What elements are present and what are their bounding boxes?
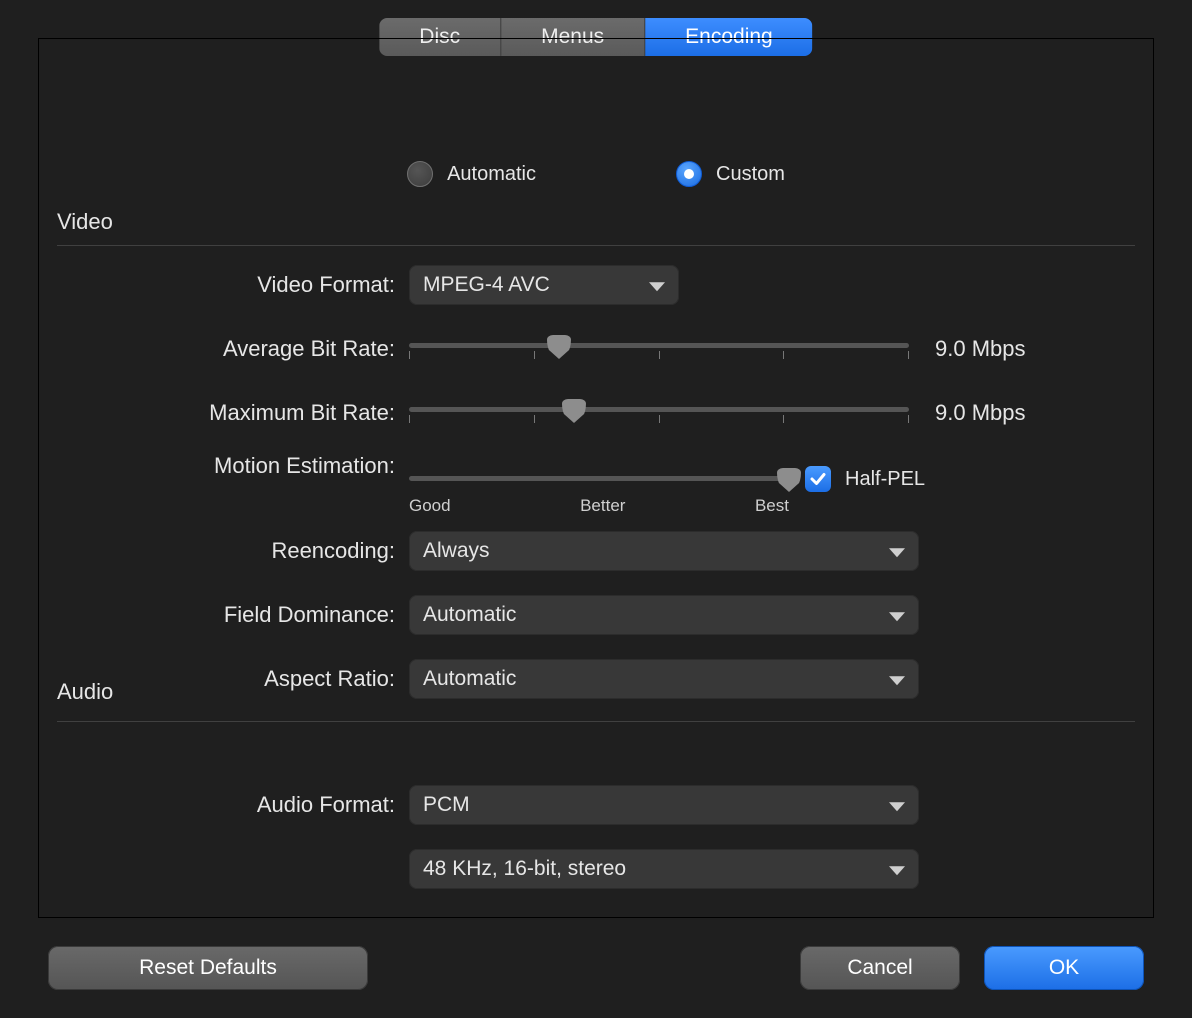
select-audio-details-value: 48 KHz, 16-bit, stereo (423, 857, 626, 881)
select-aspect-ratio-value: Automatic (423, 667, 516, 691)
select-audio-format[interactable]: PCM (409, 785, 919, 825)
slider-tick-labels: Good Better Best (409, 496, 789, 516)
slider-max-bitrate[interactable] (409, 393, 909, 433)
select-audio-format-value: PCM (423, 793, 470, 817)
checkbox-box-icon (805, 466, 831, 492)
chevron-down-icon (889, 866, 905, 875)
chevron-down-icon (889, 676, 905, 685)
select-video-format-value: MPEG-4 AVC (423, 273, 550, 297)
tick-better: Better (580, 496, 625, 516)
select-video-format[interactable]: MPEG-4 AVC (409, 265, 679, 305)
row-video-format: Video Format: MPEG-4 AVC (57, 253, 1135, 317)
checkbox-half-pel[interactable]: Half-PEL (805, 466, 925, 492)
radio-custom[interactable]: Custom (676, 161, 785, 187)
encoding-mode-group: Automatic Custom (39, 161, 1153, 187)
cancel-button[interactable]: Cancel (800, 946, 960, 990)
slider-avg-bitrate[interactable] (409, 329, 909, 369)
label-avg-bitrate: Average Bit Rate: (57, 336, 409, 362)
row-reencoding: Reencoding: Always (57, 519, 1135, 583)
select-field-dominance-value: Automatic (423, 603, 516, 627)
slider-ticks (409, 351, 909, 361)
checkbox-half-pel-label: Half-PEL (845, 468, 925, 491)
row-motion-estimation: Motion Estimation: Good Better Best (57, 445, 1135, 519)
content-frame: Automatic Custom Video Video Format: MPE… (38, 38, 1154, 918)
radio-automatic[interactable]: Automatic (407, 161, 536, 187)
chevron-down-icon (889, 802, 905, 811)
label-video-format: Video Format: (57, 272, 409, 298)
divider (57, 721, 1135, 722)
dialog-buttons: Reset Defaults Cancel OK (48, 946, 1144, 990)
divider (57, 245, 1135, 246)
label-motion-estimation: Motion Estimation: (57, 453, 409, 479)
row-avg-bitrate: Average Bit Rate: 9.0 Mbps (57, 317, 1135, 381)
slider-ticks (409, 415, 909, 425)
label-reencoding: Reencoding: (57, 538, 409, 564)
encoding-settings-dialog: Disc Menus Encoding Automatic Custom Vid… (0, 0, 1192, 1018)
ok-button[interactable]: OK (984, 946, 1144, 990)
chevron-down-icon (649, 282, 665, 291)
select-field-dominance[interactable]: Automatic (409, 595, 919, 635)
value-avg-bitrate: 9.0 Mbps (935, 336, 1026, 362)
slider-track (409, 407, 909, 412)
tick-best: Best (755, 496, 789, 516)
section-title-audio: Audio (57, 679, 113, 705)
row-field-dominance: Field Dominance: Automatic (57, 583, 1135, 647)
reset-defaults-label: Reset Defaults (139, 956, 277, 979)
label-max-bitrate: Maximum Bit Rate: (57, 400, 409, 426)
select-reencoding-value: Always (423, 539, 490, 563)
radio-dot-icon (676, 161, 702, 187)
chevron-down-icon (889, 612, 905, 621)
label-audio-format: Audio Format: (57, 792, 409, 818)
radio-custom-label: Custom (716, 163, 785, 186)
ok-label: OK (1049, 956, 1079, 979)
slider-motion-estimation[interactable]: Good Better Best (409, 462, 789, 502)
radio-automatic-label: Automatic (447, 163, 536, 186)
row-max-bitrate: Maximum Bit Rate: 9.0 Mbps (57, 381, 1135, 445)
value-max-bitrate: 9.0 Mbps (935, 400, 1026, 426)
select-audio-details[interactable]: 48 KHz, 16-bit, stereo (409, 849, 919, 889)
select-aspect-ratio[interactable]: Automatic (409, 659, 919, 699)
slider-thumb[interactable] (777, 468, 801, 492)
cancel-label: Cancel (847, 956, 912, 979)
slider-track (409, 476, 789, 481)
video-settings: Video Format: MPEG-4 AVC Average Bit Rat… (57, 253, 1135, 897)
tick-good: Good (409, 496, 451, 516)
select-reencoding[interactable]: Always (409, 531, 919, 571)
slider-track (409, 343, 909, 348)
chevron-down-icon (889, 548, 905, 557)
section-title-video: Video (57, 209, 113, 235)
row-aspect-ratio: Aspect Ratio: Automatic (57, 647, 1135, 711)
label-field-dominance: Field Dominance: (57, 602, 409, 628)
reset-defaults-button[interactable]: Reset Defaults (48, 946, 368, 990)
row-audio-details: 48 KHz, 16-bit, stereo (57, 837, 1135, 901)
row-audio-format: Audio Format: PCM (57, 773, 1135, 837)
radio-dot-icon (407, 161, 433, 187)
